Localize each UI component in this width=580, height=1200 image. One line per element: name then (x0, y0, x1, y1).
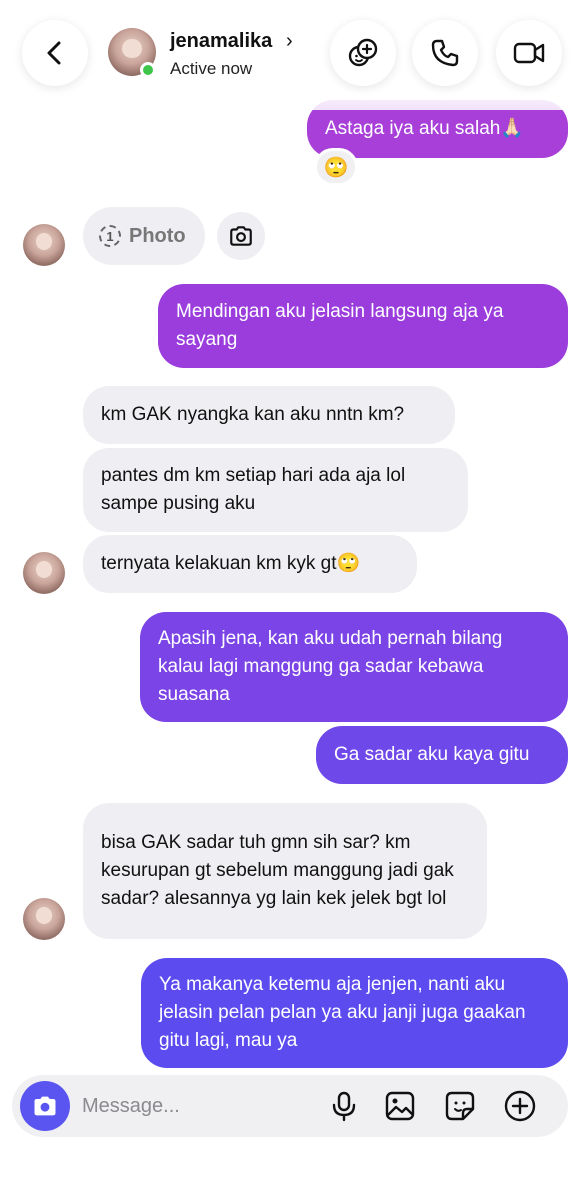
contact-name[interactable]: jenamalika (170, 30, 272, 53)
contact-avatar[interactable] (23, 224, 65, 266)
message-bubble-out[interactable]: Apasih jena, kan aku udah pernah bilang … (140, 612, 568, 722)
camera-icon (34, 1096, 56, 1116)
message-text: pantes dm km setiap hari ada aja lol sam… (101, 465, 406, 514)
message-bubble-out[interactable]: Ga sadar aku kaya gitu (316, 726, 568, 784)
sticker-button[interactable] (442, 1088, 478, 1124)
plus-icon (504, 1090, 536, 1122)
contact-avatar[interactable] (23, 552, 65, 594)
message-bubble-out[interactable]: Ya makanya ketemu aja jenjen, nanti aku … (141, 958, 568, 1068)
photo-label: Photo (129, 224, 186, 247)
phone-icon (431, 39, 459, 67)
microphone-icon (332, 1091, 356, 1122)
message-reaction[interactable]: 🙄 (314, 148, 358, 186)
message-text: Apasih jena, kan aku udah pernah bilang … (158, 628, 503, 705)
voice-call-button[interactable] (412, 20, 478, 86)
gallery-button[interactable] (382, 1088, 418, 1124)
message-bubble-in[interactable]: pantes dm km setiap hari ada aja lol sam… (83, 448, 468, 532)
message-bubble-in[interactable]: ternyata kelakuan km kyk gt🙄 (83, 535, 417, 593)
message-composer (12, 1075, 568, 1137)
reaction-emoji: 🙄 (323, 156, 349, 179)
contact-status: Active now (170, 59, 253, 78)
photo-count-badge: 1 (99, 225, 121, 247)
online-indicator (140, 62, 156, 78)
message-text: ternyata kelakuan km kyk gt🙄 (101, 553, 361, 574)
microphone-button[interactable] (326, 1088, 362, 1124)
message-text: Mendingan aku jelasin langsung aja ya sa… (176, 301, 504, 350)
back-button[interactable] (22, 20, 88, 86)
photo-attachment[interactable]: 1 Photo (83, 207, 205, 265)
camera-button[interactable] (20, 1081, 70, 1131)
sticker-icon (445, 1091, 475, 1121)
message-text: Ya makanya ketemu aja jenjen, nanti aku … (159, 974, 526, 1051)
camera-reply-button[interactable] (217, 212, 265, 260)
chat-header: jenamalika › Active now (0, 0, 580, 110)
message-bubble-in[interactable]: bisa GAK sadar tuh gmn sih sar? km kesur… (83, 803, 487, 939)
effects-icon (348, 38, 378, 67)
message-input[interactable] (82, 1089, 312, 1123)
message-text: Ga sadar aku kaya gitu (334, 744, 530, 765)
more-options-button[interactable] (502, 1088, 538, 1124)
camera-icon (230, 226, 252, 246)
message-bubble-out[interactable]: Mendingan aku jelasin langsung aja ya sa… (158, 284, 568, 368)
message-text: km GAK nyangka kan aku nntn km? (101, 404, 405, 425)
message-text: bisa GAK sadar tuh gmn sih sar? km kesur… (101, 832, 454, 909)
message-bubble-in[interactable]: km GAK nyangka kan aku nntn km? (83, 386, 455, 444)
video-call-button[interactable] (496, 20, 562, 86)
back-arrow-icon (47, 41, 61, 65)
message-text: Astaga iya aku salah🙏🏻 (325, 118, 524, 139)
gallery-icon (385, 1091, 415, 1121)
video-camera-icon (513, 42, 545, 64)
chevron-right-icon[interactable]: › (286, 30, 293, 53)
effects-button[interactable] (330, 20, 396, 86)
contact-avatar[interactable] (23, 898, 65, 940)
